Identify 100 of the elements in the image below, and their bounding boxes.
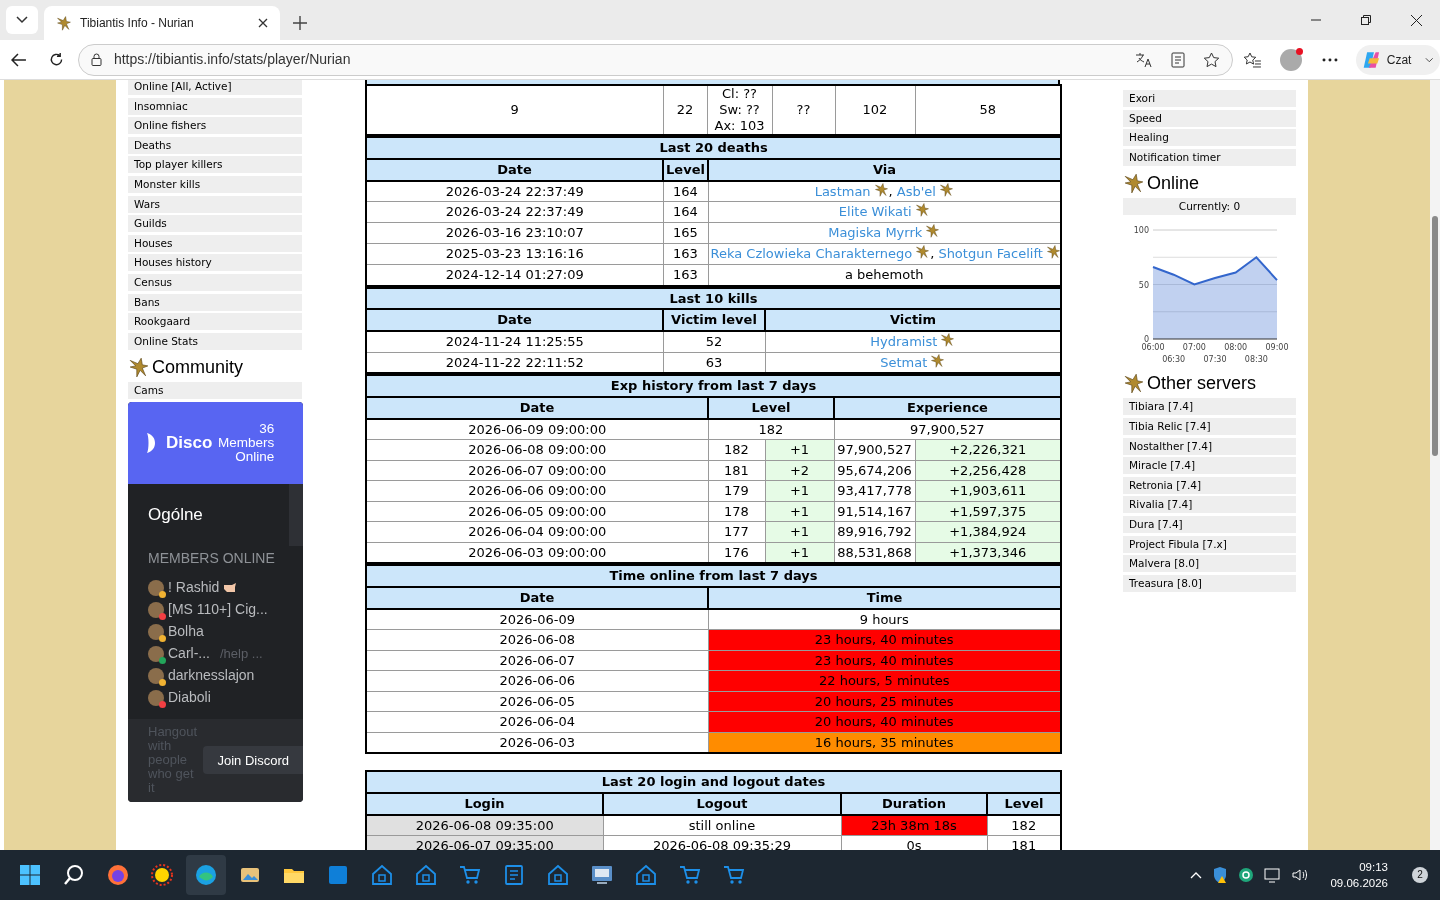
menu-link[interactable]: Monster kills [128,175,302,193]
browser-icon[interactable] [106,863,130,887]
menu-link[interactable]: Wars [128,195,302,213]
menu-link[interactable]: Healing [1123,129,1296,147]
circle-icon[interactable] [1238,867,1255,883]
clock-time: 09:13 [1359,860,1388,875]
chevron-up-icon[interactable] [1190,871,1203,879]
house-icon[interactable] [546,863,570,887]
house-icon[interactable] [370,863,394,887]
table-cell: 181 [708,460,765,481]
menu-link[interactable]: Top player killers [128,156,302,174]
favorites-icon[interactable] [1243,51,1263,68]
player-link[interactable]: Setmat [880,354,928,370]
tab-list-button[interactable] [6,6,38,34]
menu-link[interactable]: Online [All, Active] [128,80,302,95]
reader-icon[interactable] [1171,51,1186,68]
column-header: Duration [841,792,987,815]
table-cell: 2024-11-24 11:25:55 [366,331,663,352]
notification-badge[interactable]: 2 [1412,867,1428,883]
player-link[interactable]: Asb'el [896,183,936,199]
menu-link[interactable]: Deaths [128,136,302,154]
menu-link[interactable]: Rookgaard [128,313,302,331]
table-cell-text: Sw: ?? [718,102,761,118]
close-icon[interactable] [1411,14,1422,26]
translate-icon[interactable] [1135,51,1154,68]
menu-link[interactable]: Houses history [128,254,302,272]
windows-icon[interactable] [18,863,42,887]
member-name: darknesslajon [168,666,255,686]
menu-link[interactable]: Houses [128,234,302,252]
table-cell: 95,674,206 [834,460,915,481]
document-icon[interactable] [502,863,526,887]
table-cell: 2026-03-24 22:37:49 [366,180,663,202]
join-button[interactable]: Join Discord [203,746,303,775]
table-cell: 2026-06-06 09:00:00 [366,480,708,501]
table-cell: 16 hours, 35 minutes [708,732,1061,753]
menu-link[interactable]: Dura [7.4] [1123,515,1296,533]
player-link[interactable]: Elite Wikati [838,204,912,220]
table-cell: 2025-03-23 13:16:16 [366,243,663,265]
menu-link[interactable]: Malvera [8.0] [1123,555,1296,573]
table-cell-text: Ax: 103 [713,118,766,134]
sun-icon[interactable] [150,863,174,887]
table-cell: still online [603,814,841,836]
menu-link[interactable]: Cams [128,382,302,400]
cart-icon[interactable] [458,863,482,887]
menu-link[interactable]: Guilds [128,215,302,233]
chat-button[interactable]: Czat [1356,44,1440,75]
menu-link[interactable]: Exori [1123,90,1296,107]
copilot-logo-icon [1362,49,1381,70]
cart-icon[interactable] [678,863,702,887]
player-link[interactable]: Shotgun Facelift [938,246,1043,262]
table-cell: 52 [663,331,765,352]
player-link[interactable]: Magiska Myrrk [828,225,923,241]
refresh-icon[interactable] [48,52,64,67]
player-link[interactable]: Lastman [814,183,871,199]
menu-link[interactable]: Rivalia [7.4] [1123,496,1296,514]
house-icon[interactable] [414,863,438,887]
new-tab-icon[interactable] [293,16,307,30]
tab-title: Tibiantis Info - Nurian [80,15,195,32]
tick-label: 06:30 [1162,355,1186,365]
monitor-icon[interactable] [590,863,614,887]
network-icon[interactable] [1264,867,1283,883]
menu-link[interactable]: Online Stats [128,332,302,350]
restore-icon[interactable] [1361,15,1371,25]
search-icon[interactable] [62,863,86,887]
member-name: Carl-... [168,644,210,664]
speaker-icon[interactable] [1292,868,1309,882]
player-link[interactable]: Reka Czlowieka Charakternego [710,246,913,262]
table-cell-text: 102 [861,102,889,118]
player-link[interactable]: Hydramist [870,334,938,349]
scrollbar[interactable] [289,483,303,546]
menu-link[interactable]: Tibia Relic [7.4] [1123,417,1296,435]
menu-link[interactable]: Online fishers [128,117,302,135]
table-cell: 93,417,778 [834,480,915,501]
table-cell-text: ?? [795,102,812,118]
address-bar[interactable]: https://tibiantis.info/stats/player/Nurian [77,43,1234,76]
tick-label: 07:30 [1203,355,1227,365]
more-icon[interactable] [1322,57,1338,62]
column-header: Login [366,792,603,815]
menu-link[interactable]: Project Fibula [7.x] [1123,535,1296,553]
favorite-star-icon[interactable] [1203,51,1221,68]
cart-icon[interactable] [722,863,746,887]
scrollbar[interactable] [1430,80,1440,850]
menu-link[interactable]: Notification timer [1123,148,1296,166]
menu-link[interactable]: Insomniac [128,97,302,115]
menu-link[interactable]: Tibiara [7.4] [1123,398,1296,416]
close-icon[interactable] [258,18,268,28]
section-heading: Online [1147,171,1200,195]
menu-link[interactable]: Speed [1123,109,1296,127]
back-icon[interactable] [11,52,27,67]
menu-link[interactable]: Treasura [8.0] [1123,574,1296,592]
profile-icon[interactable] [1280,48,1303,71]
menu-link[interactable]: Retronia [7.4] [1123,476,1296,494]
menu-link[interactable]: Census [128,273,302,291]
menu-link[interactable]: Miracle [7.4] [1123,457,1296,475]
house-icon[interactable] [634,863,658,887]
menu-link[interactable]: Bans [128,293,302,311]
browser-tab[interactable]: Tibiantis Info - Nurian [44,6,280,40]
menu-link[interactable]: Nostalther [7.4] [1123,437,1296,455]
shield-icon[interactable] [1212,866,1229,884]
member-name: Diaboli [168,688,211,708]
